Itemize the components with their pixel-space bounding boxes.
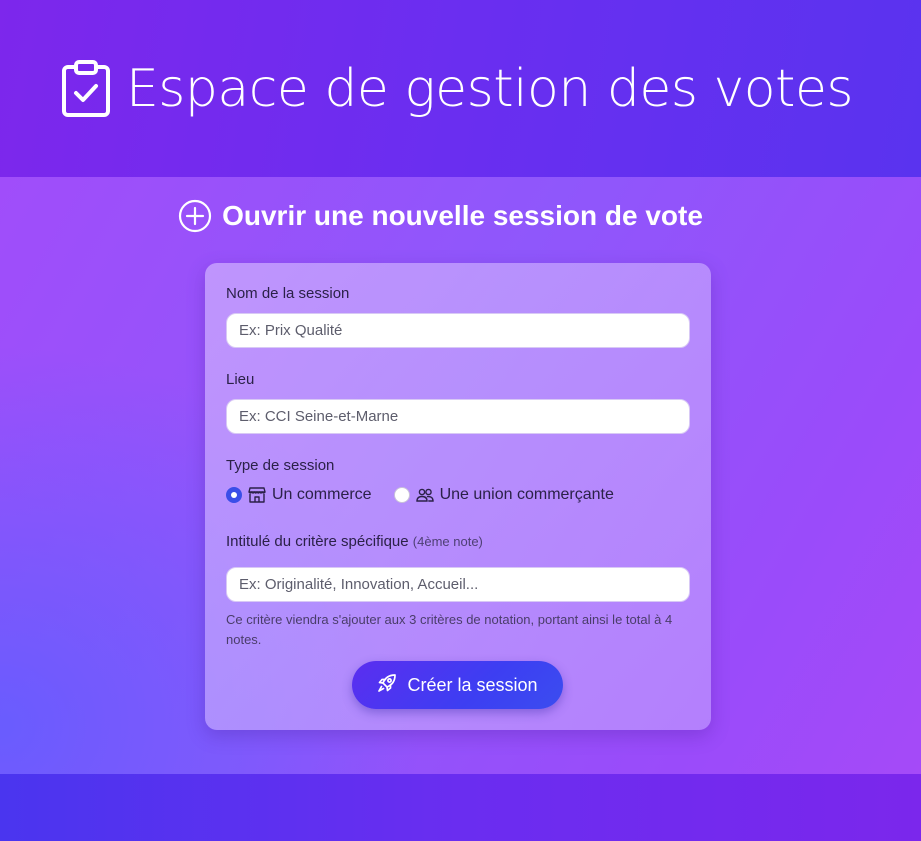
new-session-form: Nom de la session Lieu Type de session	[205, 263, 711, 730]
session-type-union-option[interactable]: Une union commerçante	[393, 486, 614, 504]
session-name-group: Nom de la session	[226, 285, 690, 348]
session-name-input[interactable]	[226, 313, 690, 348]
union-option-label: Une union commerçante	[439, 486, 614, 503]
criterion-label-hint: (4ème note)	[412, 534, 483, 549]
location-label: Lieu	[226, 371, 255, 388]
rocket-icon	[377, 673, 397, 698]
create-session-button[interactable]: Créer la session	[352, 661, 563, 709]
criterion-help-text: Ce critère viendra s'ajouter aux 3 critè…	[226, 612, 673, 647]
section-title-row: Ouvrir une nouvelle session de vote	[0, 199, 921, 233]
section-title: Ouvrir une nouvelle session de vote	[222, 200, 703, 231]
plus-circle-icon	[178, 199, 212, 233]
criterion-label: Intitulé du critère spécifique (4ème not…	[226, 533, 690, 550]
people-icon	[415, 487, 434, 503]
page-header: Espace de gestion des votes	[0, 0, 921, 177]
create-session-label: Créer la session	[407, 674, 538, 695]
radio-union[interactable]	[393, 487, 410, 503]
session-name-label: Nom de la session	[226, 285, 350, 302]
session-type-radios: Un commerce Une union commerçante	[226, 486, 614, 504]
clipboard-check-icon	[60, 59, 112, 119]
shop-icon	[248, 487, 266, 503]
criterion-label-text: Intitulé du critère spécifique	[226, 533, 409, 550]
commerce-option-label: Un commerce	[272, 486, 372, 503]
session-type-commerce-option[interactable]: Un commerce	[226, 486, 372, 504]
page-footer	[0, 774, 921, 841]
location-group: Lieu	[226, 371, 690, 434]
criterion-group: Intitulé du critère spécifique (4ème not…	[226, 533, 690, 650]
criterion-input[interactable]	[226, 567, 690, 602]
page-title: Espace de gestion des votes	[125, 58, 854, 119]
main-area: Ouvrir une nouvelle session de vote Nom …	[0, 177, 921, 774]
location-input[interactable]	[226, 399, 690, 434]
page-title-row: Espace de gestion des votes	[60, 58, 854, 119]
session-type-label: Type de session	[226, 457, 335, 474]
session-type-group: Type de session Un commerce Une union co…	[226, 457, 614, 504]
radio-commerce[interactable]	[226, 487, 242, 503]
